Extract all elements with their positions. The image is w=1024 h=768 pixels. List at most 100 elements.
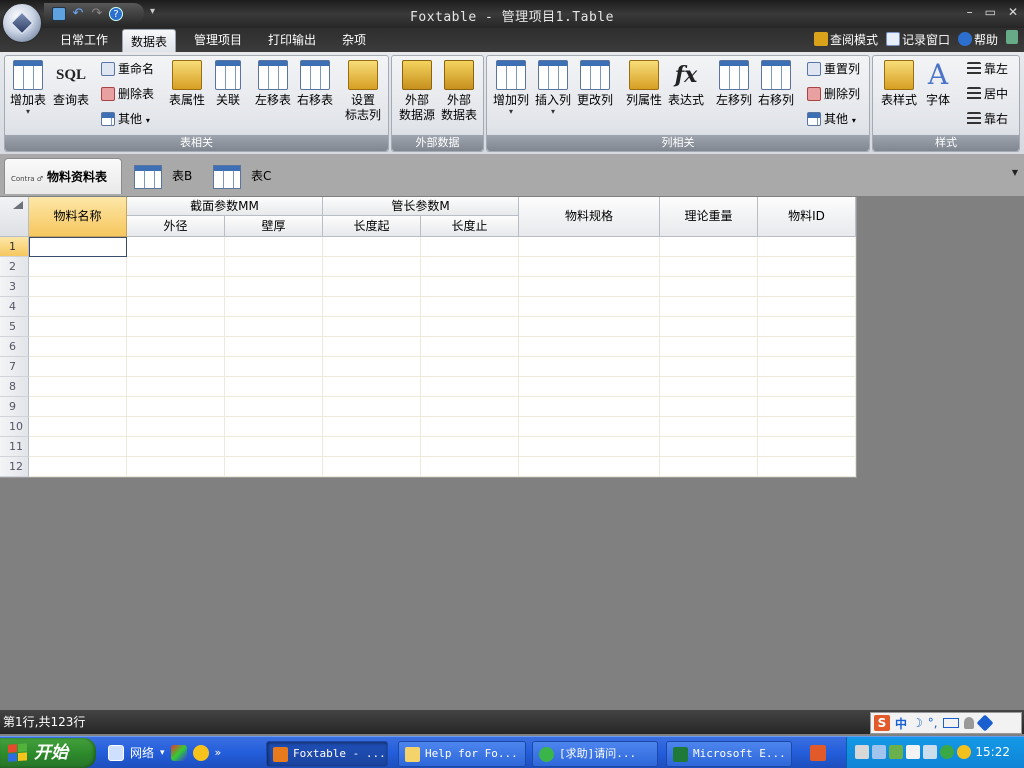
grid-cell[interactable] <box>29 297 127 317</box>
grid-cell[interactable] <box>127 297 225 317</box>
grid-cell[interactable] <box>127 457 225 477</box>
align-center-button[interactable]: 居中 <box>967 84 1008 104</box>
grid-cell[interactable] <box>660 397 758 417</box>
select-all-corner[interactable] <box>0 197 29 237</box>
chinese-mode-toggle[interactable]: 中 <box>895 715 907 732</box>
grid-cell[interactable] <box>660 437 758 457</box>
grid-cell[interactable] <box>29 397 127 417</box>
tray-shield-icon[interactable] <box>940 745 954 759</box>
row-header[interactable]: 4 <box>0 297 29 317</box>
grid-cell[interactable] <box>758 417 856 437</box>
tray-disk-icon[interactable] <box>923 745 937 759</box>
grid-cell[interactable] <box>660 457 758 477</box>
grid-cell[interactable] <box>660 257 758 277</box>
grid-cell[interactable] <box>323 357 421 377</box>
grid-cell[interactable] <box>127 237 225 257</box>
column-header-length-end[interactable]: 长度止 <box>421 216 519 237</box>
add-table-button[interactable]: 增加表 ▾ <box>7 58 49 116</box>
half-width-icon[interactable]: ☽ <box>912 716 923 730</box>
grid-cell[interactable] <box>323 257 421 277</box>
grid-cell[interactable] <box>421 397 519 417</box>
network-label[interactable]: 网络 <box>130 744 154 761</box>
set-flag-column-button[interactable]: 设置 标志列 <box>341 58 385 123</box>
table-style-button[interactable]: 表样式 <box>877 58 921 108</box>
grid-cell[interactable] <box>127 277 225 297</box>
query-table-button[interactable]: SQL 查询表 <box>51 58 91 108</box>
grid-cell[interactable] <box>421 237 519 257</box>
insert-column-button[interactable]: 插入列 ▾ <box>533 58 573 116</box>
grid-cell[interactable] <box>323 417 421 437</box>
grid-cell[interactable] <box>127 437 225 457</box>
tray-app-icon[interactable] <box>855 745 869 759</box>
move-column-left-button[interactable]: 左移列 <box>713 58 755 108</box>
help-button[interactable]: 帮助 <box>957 30 998 50</box>
table-properties-button[interactable]: 表属性 <box>165 58 209 108</box>
sogou-taskbar-icon[interactable] <box>810 745 826 761</box>
grid-cell[interactable] <box>127 397 225 417</box>
tab-list-dropdown-icon[interactable]: ▼ <box>1012 168 1018 177</box>
column-header-name[interactable]: 物料名称 <box>29 197 127 237</box>
grid-cell[interactable] <box>758 397 856 417</box>
grid-cell[interactable] <box>127 317 225 337</box>
grid-cell[interactable] <box>29 257 127 277</box>
grid-cell[interactable] <box>29 457 127 477</box>
row-header[interactable]: 3 <box>0 277 29 297</box>
application-menu-button[interactable] <box>2 3 42 43</box>
grid-cell[interactable] <box>758 437 856 457</box>
row-header[interactable]: 7 <box>0 357 29 377</box>
grid-cell[interactable] <box>225 397 323 417</box>
grid-cell[interactable] <box>758 297 856 317</box>
grid-cell[interactable] <box>519 297 660 317</box>
grid-cell[interactable] <box>323 397 421 417</box>
sogou-ime-icon[interactable]: S <box>874 715 890 731</box>
grid-cell[interactable] <box>225 337 323 357</box>
move-table-left-button[interactable]: 左移表 <box>253 58 293 108</box>
grid-cell[interactable] <box>127 417 225 437</box>
grid-cell[interactable] <box>660 357 758 377</box>
browser-icon[interactable] <box>192 744 209 761</box>
grid-cell[interactable] <box>660 377 758 397</box>
grid-cell[interactable] <box>225 357 323 377</box>
column-header-spec[interactable]: 物料规格 <box>519 197 660 237</box>
grid-cell[interactable] <box>323 237 421 257</box>
grid-cell[interactable] <box>225 277 323 297</box>
grid-cell[interactable] <box>421 337 519 357</box>
grid-cell[interactable] <box>225 317 323 337</box>
grid-cell[interactable] <box>660 317 758 337</box>
grid-cell[interactable] <box>758 317 856 337</box>
tab-manage-project[interactable]: 管理项目 <box>186 28 250 52</box>
view-mode-button[interactable]: 查阅模式 <box>813 30 878 50</box>
column-header-length-start[interactable]: 长度起 <box>323 216 421 237</box>
grid-cell[interactable] <box>421 297 519 317</box>
grid-cell[interactable] <box>660 237 758 257</box>
user-icon[interactable] <box>963 717 974 729</box>
grid-cell[interactable] <box>29 317 127 337</box>
relation-button[interactable]: 关联 <box>211 58 245 108</box>
chevron-down-icon[interactable]: ▾ <box>160 748 165 758</box>
grid-cell[interactable] <box>29 357 127 377</box>
column-header-theoretical-weight[interactable]: 理论重量 <box>660 197 758 237</box>
row-header[interactable]: 2 <box>0 257 29 277</box>
move-table-right-button[interactable]: 右移表 <box>295 58 335 108</box>
doc-tab-c[interactable]: 表C <box>213 158 271 194</box>
grid-cell[interactable] <box>421 357 519 377</box>
row-header[interactable]: 1 <box>0 237 29 257</box>
taskbar-button-forum[interactable]: [求助]请问... <box>532 741 658 767</box>
grid-cell[interactable] <box>29 437 127 457</box>
grid-cell[interactable] <box>758 457 856 477</box>
grid-cell[interactable] <box>421 317 519 337</box>
grid-cell[interactable] <box>225 257 323 277</box>
grid-cell[interactable] <box>225 237 323 257</box>
grid-cell[interactable] <box>519 317 660 337</box>
grid-cell[interactable] <box>519 237 660 257</box>
restore-button[interactable]: ▭ <box>985 5 996 19</box>
grid-cell[interactable] <box>323 317 421 337</box>
tray-security-icon[interactable] <box>957 745 971 759</box>
grid-cell[interactable] <box>519 457 660 477</box>
external-table-button[interactable]: 外部 数据表 <box>438 58 480 123</box>
grid-cell[interactable] <box>421 437 519 457</box>
align-left-button[interactable]: 靠左 <box>967 59 1008 79</box>
grid-cell[interactable] <box>323 297 421 317</box>
grid-cell[interactable] <box>519 257 660 277</box>
row-header[interactable]: 8 <box>0 377 29 397</box>
